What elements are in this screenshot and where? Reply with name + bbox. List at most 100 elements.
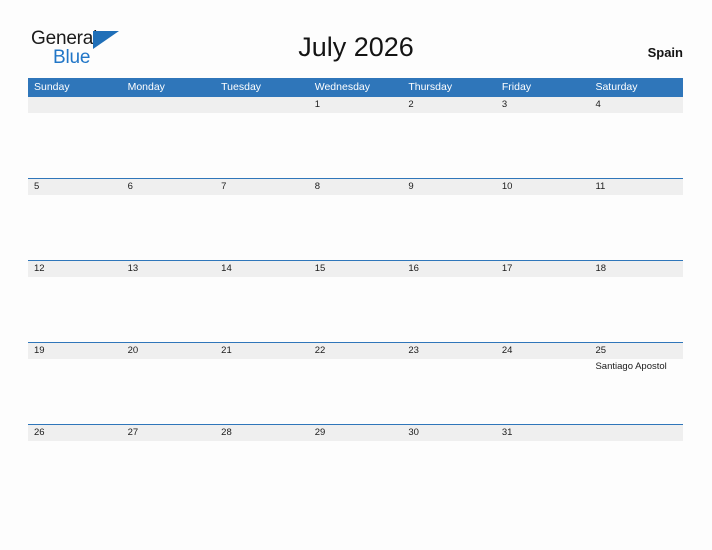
region-label: Spain bbox=[647, 45, 683, 60]
day-cell[interactable] bbox=[402, 113, 496, 178]
day-number[interactable]: 27 bbox=[122, 425, 216, 441]
week-date-band: 19 20 21 22 23 24 25 bbox=[28, 342, 683, 359]
weekday-header-monday: Monday bbox=[127, 81, 165, 93]
day-cell[interactable] bbox=[215, 359, 309, 424]
weekday-header-wednesday: Wednesday bbox=[314, 81, 370, 93]
day-number[interactable]: 22 bbox=[309, 343, 403, 359]
day-cell[interactable] bbox=[402, 277, 496, 342]
day-number-empty bbox=[215, 97, 309, 113]
day-cell[interactable] bbox=[309, 359, 403, 424]
day-number[interactable]: 23 bbox=[402, 343, 496, 359]
day-number[interactable]: 25 bbox=[589, 343, 683, 359]
day-cell[interactable] bbox=[309, 195, 403, 260]
day-number[interactable]: 18 bbox=[589, 261, 683, 277]
day-number[interactable]: 28 bbox=[215, 425, 309, 441]
day-number[interactable]: 16 bbox=[402, 261, 496, 277]
day-cell[interactable] bbox=[589, 277, 683, 342]
day-cell[interactable]: Santiago Apostol bbox=[589, 359, 683, 424]
day-cell[interactable] bbox=[589, 195, 683, 260]
day-number[interactable]: 1 bbox=[309, 97, 403, 113]
day-cell[interactable] bbox=[28, 277, 122, 342]
calendar-page: General Blue July 2026 Spain Sunday Mond… bbox=[0, 0, 712, 550]
day-number[interactable]: 3 bbox=[496, 97, 590, 113]
day-cell[interactable] bbox=[496, 113, 590, 178]
day-cell[interactable] bbox=[122, 113, 216, 178]
day-number[interactable]: 21 bbox=[215, 343, 309, 359]
day-cell[interactable] bbox=[122, 441, 216, 506]
day-cell[interactable] bbox=[215, 113, 309, 178]
weekday-header-saturday: Saturday bbox=[595, 81, 638, 93]
day-cell[interactable] bbox=[122, 277, 216, 342]
day-number[interactable]: 11 bbox=[589, 179, 683, 195]
calendar-week-row: 1234 bbox=[28, 97, 683, 178]
week-event-band bbox=[28, 113, 683, 178]
day-number[interactable]: 24 bbox=[496, 343, 590, 359]
day-cell[interactable] bbox=[589, 113, 683, 178]
day-cell[interactable] bbox=[309, 113, 403, 178]
day-number[interactable]: 19 bbox=[28, 343, 122, 359]
day-cell[interactable] bbox=[402, 359, 496, 424]
day-number[interactable]: 20 bbox=[122, 343, 216, 359]
day-cell[interactable] bbox=[215, 277, 309, 342]
weekday-header-friday: Friday bbox=[501, 81, 532, 93]
week-date-band: 1234 bbox=[28, 97, 683, 113]
day-number[interactable]: 29 bbox=[309, 425, 403, 441]
day-number[interactable]: 17 bbox=[496, 261, 590, 277]
day-number[interactable]: 10 bbox=[496, 179, 590, 195]
day-cell[interactable] bbox=[122, 195, 216, 260]
day-number[interactable]: 13 bbox=[122, 261, 216, 277]
week-event-band: Santiago Apostol bbox=[28, 359, 683, 424]
week-date-band: 5 6 7 8 9 10 11 bbox=[28, 178, 683, 195]
calendar-week-row: 26 27 28 29 30 31 bbox=[28, 424, 683, 506]
day-number[interactable]: 7 bbox=[215, 179, 309, 195]
day-cell[interactable] bbox=[28, 359, 122, 424]
page-header: General Blue July 2026 Spain bbox=[0, 0, 712, 67]
week-event-band bbox=[28, 441, 683, 506]
day-cell[interactable] bbox=[28, 113, 122, 178]
calendar-week-row: 5 6 7 8 9 10 11 bbox=[28, 178, 683, 260]
day-number[interactable]: 31 bbox=[496, 425, 590, 441]
day-cell[interactable] bbox=[589, 441, 683, 506]
day-number[interactable]: 8 bbox=[309, 179, 403, 195]
calendar-week-row: 12 13 14 15 16 17 18 bbox=[28, 260, 683, 342]
weekday-header-thursday: Thursday bbox=[408, 81, 453, 93]
day-number[interactable]: 30 bbox=[402, 425, 496, 441]
day-number[interactable]: 9 bbox=[402, 179, 496, 195]
day-cell[interactable] bbox=[309, 441, 403, 506]
day-number[interactable]: 15 bbox=[309, 261, 403, 277]
week-event-band bbox=[28, 277, 683, 342]
day-cell[interactable] bbox=[122, 359, 216, 424]
holiday-event-label: Santiago Apostol bbox=[595, 361, 667, 372]
day-number[interactable]: 12 bbox=[28, 261, 122, 277]
day-number[interactable]: 14 bbox=[215, 261, 309, 277]
day-cell[interactable] bbox=[496, 195, 590, 260]
weekday-header-sunday: Sunday bbox=[34, 81, 70, 93]
page-title: July 2026 bbox=[298, 32, 414, 62]
day-cell[interactable] bbox=[215, 195, 309, 260]
day-number[interactable]: 6 bbox=[122, 179, 216, 195]
day-cell[interactable] bbox=[28, 441, 122, 506]
day-number[interactable]: 5 bbox=[28, 179, 122, 195]
weekday-header-tuesday: Tuesday bbox=[221, 81, 262, 93]
day-number-empty bbox=[122, 97, 216, 113]
day-cell[interactable] bbox=[496, 277, 590, 342]
day-number[interactable]: 2 bbox=[402, 97, 496, 113]
day-cell[interactable] bbox=[28, 195, 122, 260]
calendar-week-row: 19 20 21 22 23 24 25 Santiago Apostol bbox=[28, 342, 683, 424]
week-date-band: 26 27 28 29 30 31 bbox=[28, 424, 683, 441]
calendar-grid: Sunday Monday Tuesday Wednesday Thursday… bbox=[28, 78, 683, 506]
day-cell[interactable] bbox=[402, 441, 496, 506]
day-number[interactable]: 4 bbox=[589, 97, 683, 113]
weekday-header-row: Sunday Monday Tuesday Wednesday Thursday… bbox=[28, 78, 683, 97]
week-event-band bbox=[28, 195, 683, 260]
day-number[interactable]: 26 bbox=[28, 425, 122, 441]
day-cell[interactable] bbox=[402, 195, 496, 260]
day-cell[interactable] bbox=[496, 441, 590, 506]
day-number-empty bbox=[589, 425, 683, 441]
calendar-weeks: 1 2 3 4 5 6 7 8 9 10 11 12 13 14 15 16 17 18 19 20 21 22 23 24 2… bbox=[28, 97, 683, 506]
day-cell[interactable] bbox=[496, 359, 590, 424]
week-date-band: 12 13 14 15 16 17 18 bbox=[28, 260, 683, 277]
day-cell[interactable] bbox=[309, 277, 403, 342]
day-cell[interactable] bbox=[215, 441, 309, 506]
day-number-empty bbox=[28, 97, 122, 113]
